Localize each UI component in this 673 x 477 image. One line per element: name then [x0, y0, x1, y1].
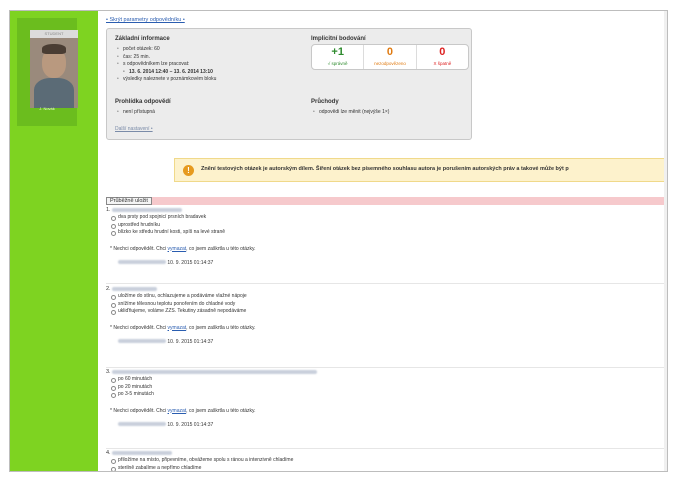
score-label: √ správně	[327, 61, 348, 66]
list-item: odpovědi lze měnit (nejvýše 1×)	[313, 109, 389, 117]
author-redacted	[118, 260, 166, 265]
score-unanswered: 0 nezodpovězeno	[364, 45, 417, 69]
question-item: 2. uložíme do stínu, ochlazujeme a podáv…	[106, 286, 667, 345]
answer-timestamp-line: 10. 9. 2015 01:14:37	[106, 339, 667, 345]
clear-prefix: * Nechci odpovědět. Chci	[110, 245, 167, 252]
avatar-hair	[42, 44, 66, 54]
review-list: není přístupná	[117, 109, 155, 117]
clear-prefix: * Nechci odpovědět. Chci	[110, 407, 167, 414]
score-value: +1	[331, 46, 344, 58]
question-number: 4.	[106, 450, 111, 456]
question-number: 3.	[106, 369, 111, 375]
timestamp: 10. 9. 2015 01:14:37	[167, 338, 214, 345]
clear-prefix: * Nechci odpovědět. Chci	[110, 324, 167, 331]
score-value: 0	[439, 46, 446, 58]
answer-option[interactable]: po 3-5 minutách	[106, 391, 667, 399]
divider	[106, 367, 667, 368]
score-value: 0	[386, 46, 394, 58]
clear-answer-line: * Nechci odpovědět. Chci vymazat, co jse…	[106, 246, 667, 252]
save-progress-button[interactable]: Průběžně uložit	[106, 197, 152, 205]
browser-viewport: STUDENT J. Novák • Skrýt parametry odpov…	[9, 10, 668, 472]
answer-option[interactable]: přiložíme na místo, připevníme, obvážeme…	[106, 457, 667, 465]
scoring-heading: Implicitní bodování	[311, 36, 366, 42]
copyright-notice: ! Znění testových otázek je autorským dí…	[174, 158, 667, 182]
answer-option[interactable]: blízko ke středu hrudní kosti, spíš na l…	[106, 229, 667, 237]
clear-answer-link[interactable]: vymazat	[168, 408, 187, 414]
question-title: 1.	[106, 207, 667, 214]
answer-option[interactable]: snížíme tělesnou teplotu ponořením do ch…	[106, 301, 667, 309]
parameters-panel: Základní informace počet otázek: 60 čas:…	[106, 28, 472, 140]
main-content: • Skrýt parametry odpovědníku • Základní…	[102, 11, 667, 471]
question-title: 2.	[106, 286, 667, 293]
avatar: STUDENT	[30, 30, 78, 108]
answer-option[interactable]: uprostřed hrudníku	[106, 222, 667, 230]
list-item: výsledky naleznete v poznámkovém bloku	[117, 76, 216, 84]
answer-option[interactable]: po 60 minutách	[106, 376, 667, 384]
passes-list: odpovědi lze měnit (nejvýše 1×)	[313, 109, 389, 117]
score-correct: +1 √ správně	[312, 45, 365, 69]
clear-suffix: , co jsem zaškrtla u této otázky.	[186, 245, 256, 252]
photo-tag: STUDENT	[30, 30, 78, 38]
clear-answer-line: * Nechci odpovědět. Chci vymazat, co jse…	[106, 325, 667, 331]
review-heading: Prohlídka odpovědí	[115, 99, 171, 105]
basic-info-list: počet otázek: 60 čas: 25 min. s odpovědn…	[117, 46, 216, 84]
answer-timestamp-line: 10. 9. 2015 01:14:37	[106, 260, 667, 266]
list-item: není přístupná	[117, 109, 155, 117]
warning-icon: !	[183, 165, 194, 176]
question-item: 4. přiložíme na místo, připevníme, obváž…	[106, 450, 667, 471]
question-item: 1. dva prsty pod spojnicí prsních bradav…	[106, 207, 667, 266]
scrollbar[interactable]	[664, 11, 667, 471]
timestamp: 10. 9. 2015 01:14:37	[167, 259, 214, 266]
question-text-redacted	[112, 369, 318, 374]
list-item: s odpovědníkem lze pracovat:	[117, 61, 216, 69]
clear-answer-line: * Nechci odpovědět. Chci vymazat, co jse…	[106, 408, 667, 414]
sidebar: STUDENT J. Novák	[10, 11, 98, 471]
clear-answer-link[interactable]: vymazat	[168, 325, 187, 331]
author-redacted	[118, 422, 166, 427]
notice-text: Znění testových otázek je autorským díle…	[201, 166, 569, 172]
list-item: počet otázek: 60	[117, 46, 216, 54]
more-settings-link[interactable]: Další nastavení •	[115, 126, 153, 132]
question-number: 2.	[106, 286, 111, 292]
question-title: 4.	[106, 450, 667, 457]
divider	[106, 283, 667, 284]
list-item: 13. 6. 2014 12:40 – 13. 6. 2014 13:10	[117, 69, 216, 77]
avatar-body	[34, 78, 74, 108]
answer-option[interactable]: dva prsty pod spojnicí prsních bradavek	[106, 214, 667, 222]
answer-option[interactable]: uložíme do stínu, ochlazujeme a podáváme…	[106, 293, 667, 301]
score-label: nezodpovězeno	[374, 61, 406, 66]
list-item: čas: 25 min.	[117, 54, 216, 62]
question-item: 3. po 60 minutách po 20 minutách po 3-5 …	[106, 369, 667, 428]
divider	[106, 448, 667, 449]
question-number: 1.	[106, 207, 111, 213]
scoring-box: +1 √ správně 0 nezodpovězeno 0 X špatně	[311, 44, 469, 70]
timestamp: 10. 9. 2015 01:14:37	[167, 421, 214, 428]
answer-option[interactable]: po 20 minutách	[106, 384, 667, 392]
score-label: X špatně	[433, 61, 452, 66]
passes-heading: Průchody	[311, 99, 339, 105]
basic-info-heading: Základní informace	[115, 36, 170, 42]
score-wrong: 0 X špatně	[417, 45, 468, 69]
clear-answer-link[interactable]: vymazat	[168, 246, 187, 252]
clear-suffix: , co jsem zaškrtla u této otázky.	[186, 407, 256, 414]
answer-timestamp-line: 10. 9. 2015 01:14:37	[106, 422, 667, 428]
hide-parameters-link[interactable]: • Skrýt parametry odpovědníku •	[106, 17, 185, 23]
answer-option[interactable]: ukliďňujeme, voláme ZZS. Tekutiny zásadn…	[106, 308, 667, 316]
question-text-redacted	[112, 286, 158, 291]
author-redacted	[118, 339, 166, 344]
answer-option[interactable]: sterilně zabalíme a nepřímo chladíme	[106, 465, 667, 471]
user-name: J. Novák	[39, 106, 55, 111]
clear-suffix: , co jsem zaškrtla u této otázky.	[186, 324, 256, 331]
question-text-redacted	[112, 450, 173, 455]
progress-band	[106, 197, 667, 205]
question-title: 3.	[106, 369, 667, 376]
question-text-redacted	[112, 207, 183, 212]
